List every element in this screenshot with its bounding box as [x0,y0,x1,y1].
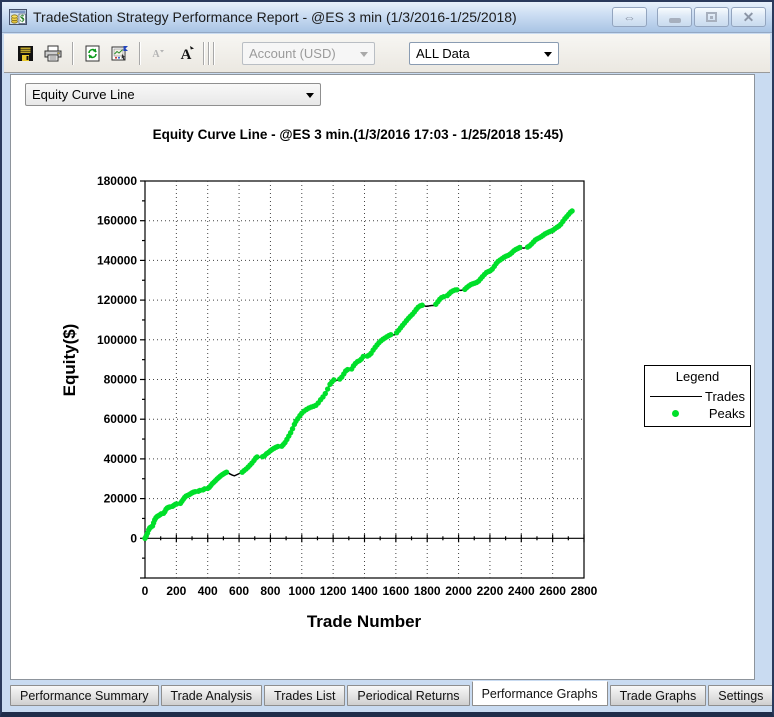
legend-entry-trades: Trades [650,388,745,405]
font-increase-button[interactable]: A [175,41,199,65]
svg-text:0: 0 [130,531,137,545]
dock-toggle-button[interactable]: ⇔ [612,7,647,27]
report-tabstrip: Performance Summary Trade Analysis Trade… [10,681,772,708]
toolbar: A A Account (USD) ALL Data [4,34,770,73]
svg-text:400: 400 [198,584,218,598]
chevron-down-icon [360,51,368,57]
font-increase-icon: A [181,46,194,62]
titlebar[interactable]: $ TradeStation Strategy Performance Repo… [2,2,772,33]
svg-text:140000: 140000 [97,253,137,267]
tab-trades-list[interactable]: Trades List [264,685,346,706]
trades-line-sample [650,396,705,397]
svg-text:A: A [181,47,192,62]
svg-text:160000: 160000 [97,214,137,228]
svg-text:100000: 100000 [97,333,137,347]
svg-text:2000: 2000 [445,584,472,598]
report-settings-icon [111,45,128,60]
svg-text:2200: 2200 [477,584,504,598]
font-decrease-icon: A [152,49,164,60]
close-button[interactable]: ✕ [731,7,766,27]
chevron-down-icon [306,93,314,98]
peaks-dot-sample [650,410,708,417]
svg-text:60000: 60000 [104,412,138,426]
font-decrease-button[interactable]: A [147,41,171,65]
svg-text:A: A [152,49,160,60]
svg-text:2600: 2600 [539,584,566,598]
data-range-combobox[interactable]: ALL Data [409,41,559,65]
svg-text:800: 800 [260,584,280,598]
svg-text:1800: 1800 [414,584,441,598]
svg-text:2800: 2800 [571,584,598,598]
legend-label-peaks: Peaks [708,406,745,421]
svg-text:1600: 1600 [383,584,410,598]
x-axis-title: Trade Number [307,612,422,631]
report-settings-button[interactable] [108,41,132,65]
chart-title: Equity Curve Line - @ES 3 min.(1/3/2016 … [153,127,564,142]
refresh-page-icon [85,45,99,61]
chevron-down-icon [544,51,552,57]
legend-entry-peaks: Peaks [650,405,745,422]
svg-text:180000: 180000 [97,174,137,188]
svg-text:1000: 1000 [288,584,315,598]
tab-trade-analysis[interactable]: Trade Analysis [160,685,263,706]
tab-trade-graphs[interactable]: Trade Graphs [609,685,707,706]
refresh-button[interactable] [80,41,104,65]
account-combobox[interactable]: Account (USD) [242,41,375,65]
chart-legend: Legend Trades Peaks [644,365,751,427]
account-combobox-value: Account (USD) [249,45,336,61]
save-floppy-icon [17,45,33,61]
left-right-arrow-icon: ⇔ [623,9,636,25]
tab-settings[interactable]: Settings [708,685,772,706]
window-title: TradeStation Strategy Performance Report… [33,9,517,25]
toolbar-separator [203,41,204,65]
legend-label-trades: Trades [705,389,745,404]
svg-text:120000: 120000 [97,293,137,307]
toolbar-separator [213,41,214,65]
save-button[interactable] [13,41,37,65]
data-range-combobox-value: ALL Data [416,45,470,61]
svg-text:0: 0 [142,584,149,598]
svg-text:1200: 1200 [320,584,347,598]
tab-performance-summary[interactable]: Performance Summary [10,685,159,706]
print-button[interactable] [41,41,65,65]
svg-text:$: $ [20,14,25,24]
svg-text:2400: 2400 [508,584,535,598]
performance-graphs-panel: 0 200 400 600 800 1000 1200 1400 1600 1800 2000 220… [10,74,755,680]
printer-icon [44,45,62,61]
graph-type-combobox[interactable]: Equity Curve Line [25,83,321,106]
tab-periodical-returns[interactable]: Periodical Returns [347,685,470,706]
svg-text:600: 600 [229,584,249,598]
toolbar-separator [208,41,209,65]
app-icon: $ [9,9,27,25]
minimize-icon [668,17,681,23]
legend-title: Legend [675,369,720,384]
svg-text:40000: 40000 [104,452,138,466]
toolbar-separator [72,41,73,65]
toolbar-separator [139,41,140,65]
svg-text:200: 200 [166,584,186,598]
maximize-icon [706,12,717,22]
tab-performance-graphs[interactable]: Performance Graphs [471,681,608,706]
graph-type-combobox-value: Equity Curve Line [32,87,135,102]
close-icon: ✕ [742,8,755,25]
svg-text:80000: 80000 [104,373,138,387]
minimize-button[interactable] [657,7,692,27]
performance-report-window: $ TradeStation Strategy Performance Repo… [0,0,774,717]
y-axis-title: Equity($) [60,324,79,397]
svg-text:1400: 1400 [351,584,378,598]
svg-text:20000: 20000 [104,492,138,506]
maximize-button[interactable] [694,7,729,27]
